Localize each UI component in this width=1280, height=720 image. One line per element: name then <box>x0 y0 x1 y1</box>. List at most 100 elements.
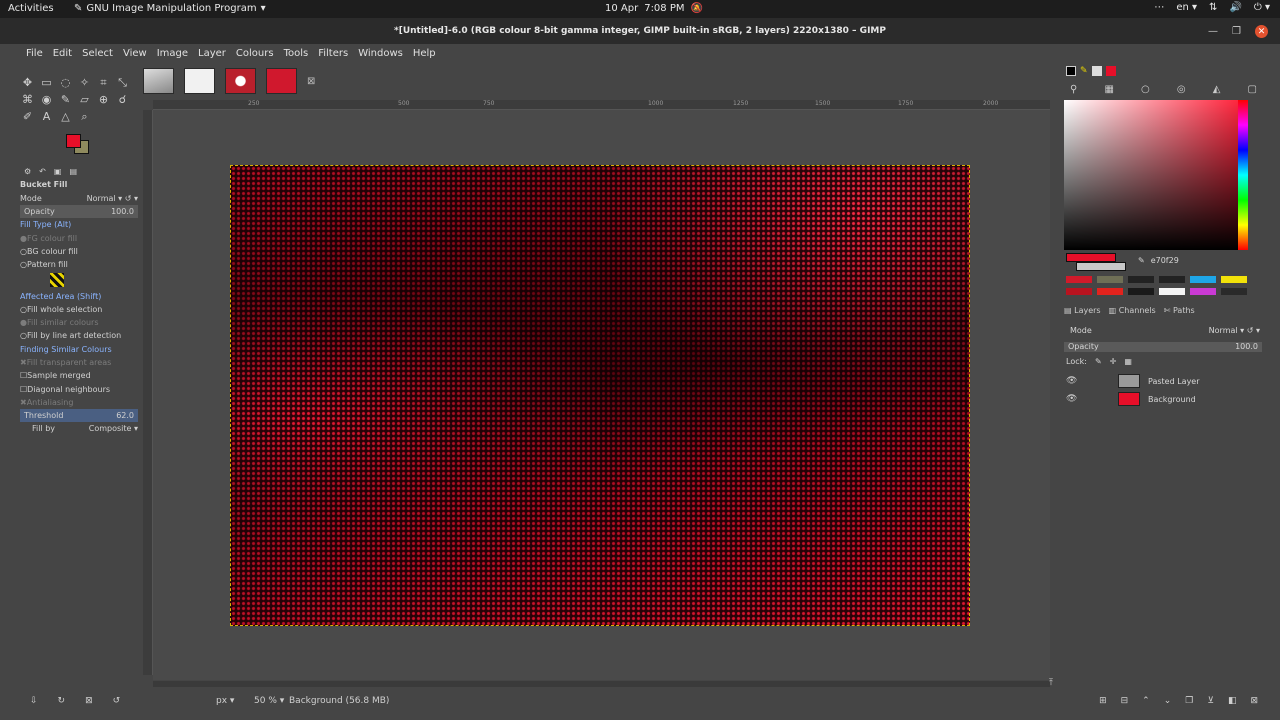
lock-pixels-icon[interactable]: ✎ <box>1095 357 1102 366</box>
colour-selector-area[interactable] <box>1064 100 1248 250</box>
triangle-icon[interactable]: ◭ <box>1213 84 1221 95</box>
bucket-fill-icon[interactable]: ◉ <box>39 93 54 107</box>
foreground-color-swatch[interactable] <box>66 134 81 148</box>
horizontal-ruler[interactable]: 250 500 750 1000 1250 1500 1750 2000 <box>153 100 1050 110</box>
more-icon[interactable]: ⋯ <box>1154 2 1164 13</box>
activities-button[interactable]: Activities <box>8 3 54 14</box>
history-swatch[interactable] <box>1221 288 1247 295</box>
fill-similar-colours-radio[interactable]: ● Fill similar colours <box>20 316 138 329</box>
maximize-icon[interactable]: ❐ <box>1232 26 1241 37</box>
image-tab-thumbnail[interactable] <box>143 68 174 94</box>
restore-icon[interactable]: ↻ <box>58 696 66 706</box>
fg-bg-icon[interactable] <box>1066 66 1076 76</box>
history-swatch[interactable] <box>1128 276 1154 283</box>
menu-tools[interactable]: Tools <box>284 48 309 59</box>
fill-transparent-checkbox[interactable]: ✖ Fill transparent areas <box>20 356 138 369</box>
new-group-icon[interactable]: ⊟ <box>1121 696 1129 706</box>
threshold-slider[interactable]: Threshold 62.0 <box>20 409 138 423</box>
red-swatch-icon[interactable] <box>1105 66 1116 76</box>
layer-mode-dropdown[interactable]: Normal ▾ ↺ ▾ <box>1209 326 1260 335</box>
mask-icon[interactable]: ◧ <box>1228 696 1237 706</box>
pattern-swatch[interactable] <box>50 273 64 288</box>
delete-icon[interactable]: ⊠ <box>85 696 93 706</box>
history-swatch[interactable] <box>1190 276 1216 283</box>
pattern-fill-radio[interactable]: ○ Pattern fill <box>20 258 138 271</box>
align-tool-icon[interactable]: ▭ <box>39 76 54 90</box>
dropper-icon[interactable]: ⚲ <box>1070 84 1077 95</box>
save-options-icon[interactable]: ⇩ <box>30 696 38 706</box>
fg-bg-colors[interactable] <box>66 134 96 160</box>
image-tab-thumbnail-active[interactable] <box>266 68 297 94</box>
text-tool-icon[interactable]: A <box>39 110 54 124</box>
history-swatch[interactable] <box>1097 276 1123 283</box>
layer-opacity-slider[interactable]: Opacity 100.0 <box>1064 342 1262 352</box>
tab-channels[interactable]: ▥ Channels <box>1109 306 1156 315</box>
volume-icon[interactable]: 🔊 <box>1229 2 1241 13</box>
image-tab-thumbnail[interactable] <box>184 68 215 94</box>
minimize-icon[interactable]: — <box>1208 26 1218 37</box>
menu-file[interactable]: File <box>26 48 43 59</box>
history-swatch[interactable] <box>1221 276 1247 283</box>
history-swatch[interactable] <box>1159 276 1185 283</box>
layer-row[interactable]: 👁 Pasted Layer <box>1066 373 1256 389</box>
history-swatch[interactable] <box>1159 288 1185 295</box>
menu-layer[interactable]: Layer <box>198 48 226 59</box>
history-swatch[interactable] <box>1066 288 1092 295</box>
lock-position-icon[interactable]: ✛ <box>1110 357 1117 366</box>
tool-options-icon[interactable]: ⚙ <box>24 167 31 176</box>
visibility-eye-icon[interactable]: 👁 <box>1066 376 1080 386</box>
history-swatch[interactable] <box>1190 288 1216 295</box>
fill-whole-selection-radio[interactable]: ○ Fill whole selection <box>20 303 138 316</box>
smudge-tool-icon[interactable]: ☌ <box>115 93 130 107</box>
horizontal-scrollbar[interactable] <box>153 681 1050 687</box>
palette-icon[interactable]: ▦ <box>1104 84 1113 95</box>
image-tab-thumbnail[interactable] <box>225 68 256 94</box>
undo-history-icon[interactable]: ↶ <box>39 167 46 176</box>
diagonal-neighbours-checkbox[interactable]: ☐ Diagonal neighbours <box>20 382 138 395</box>
images-icon[interactable]: ▣ <box>54 167 62 176</box>
clock[interactable]: 10 Apr 7:08 PM 🔕 <box>605 3 703 14</box>
menu-filters[interactable]: Filters <box>318 48 348 59</box>
navigate-icon[interactable]: ⤒ <box>1049 678 1053 688</box>
cmyk-icon[interactable]: ▢ <box>1248 84 1257 95</box>
zoom-dropdown[interactable]: 50 % ▾ <box>254 696 284 706</box>
app-menu[interactable]: ✎ GNU Image Manipulation Program ▾ <box>74 3 266 14</box>
menu-colours[interactable]: Colours <box>236 48 274 59</box>
clone-tool-icon[interactable]: ⊕ <box>96 93 111 107</box>
menu-view[interactable]: View <box>123 48 147 59</box>
colour-picker-icon[interactable]: ✎ <box>1138 256 1145 265</box>
lock-alpha-icon[interactable]: ▦ <box>1124 357 1132 366</box>
hex-entry[interactable]: e70f29 <box>1151 256 1179 265</box>
antialiasing-checkbox[interactable]: ✖ Antialiasing <box>20 396 138 409</box>
merge-layer-icon[interactable]: ⊻ <box>1207 696 1214 706</box>
warp-tool-icon[interactable]: ⌘ <box>20 93 35 107</box>
new-layer-icon[interactable]: ⊞ <box>1099 696 1107 706</box>
circle-icon[interactable]: ○ <box>1141 84 1150 95</box>
tab-paths[interactable]: ✄ Paths <box>1164 306 1195 315</box>
dock-foreground-swatch[interactable] <box>1066 253 1116 262</box>
reset-icon[interactable]: ↺ <box>113 696 121 706</box>
image-canvas[interactable] <box>230 165 970 626</box>
swatch-icon[interactable] <box>1091 66 1102 76</box>
history-swatch[interactable] <box>1128 288 1154 295</box>
dock-background-swatch[interactable] <box>1076 262 1126 271</box>
paintbrush-icon[interactable]: ✎ <box>58 93 73 107</box>
hue-slider[interactable] <box>1238 100 1248 250</box>
fill-line-art-radio[interactable]: ○ Fill by line art detection <box>20 329 138 342</box>
history-swatch[interactable] <box>1097 288 1123 295</box>
eraser-icon[interactable]: ▱ <box>77 93 92 107</box>
network-icon[interactable]: ⇅ <box>1209 2 1217 13</box>
menu-image[interactable]: Image <box>157 48 188 59</box>
input-language[interactable]: en ▾ <box>1176 2 1197 13</box>
close-tab-icon[interactable]: ⊠ <box>307 76 315 87</box>
measure-tool-icon[interactable]: △ <box>58 110 73 124</box>
opacity-slider[interactable]: Opacity 100.0 <box>20 204 138 219</box>
sample-merged-checkbox[interactable]: ☐ Sample merged <box>20 369 138 382</box>
visibility-eye-icon[interactable]: 👁 <box>1066 394 1080 404</box>
fuzzy-select-icon[interactable]: ✧ <box>77 76 92 90</box>
brushes-icon[interactable]: ▤ <box>69 167 77 176</box>
paths-tool-icon[interactable]: ✐ <box>20 110 35 124</box>
duplicate-layer-icon[interactable]: ❐ <box>1185 696 1193 706</box>
zoom-tool-icon[interactable]: ⌕ <box>77 110 92 124</box>
unit-dropdown[interactable]: px ▾ <box>216 696 234 706</box>
